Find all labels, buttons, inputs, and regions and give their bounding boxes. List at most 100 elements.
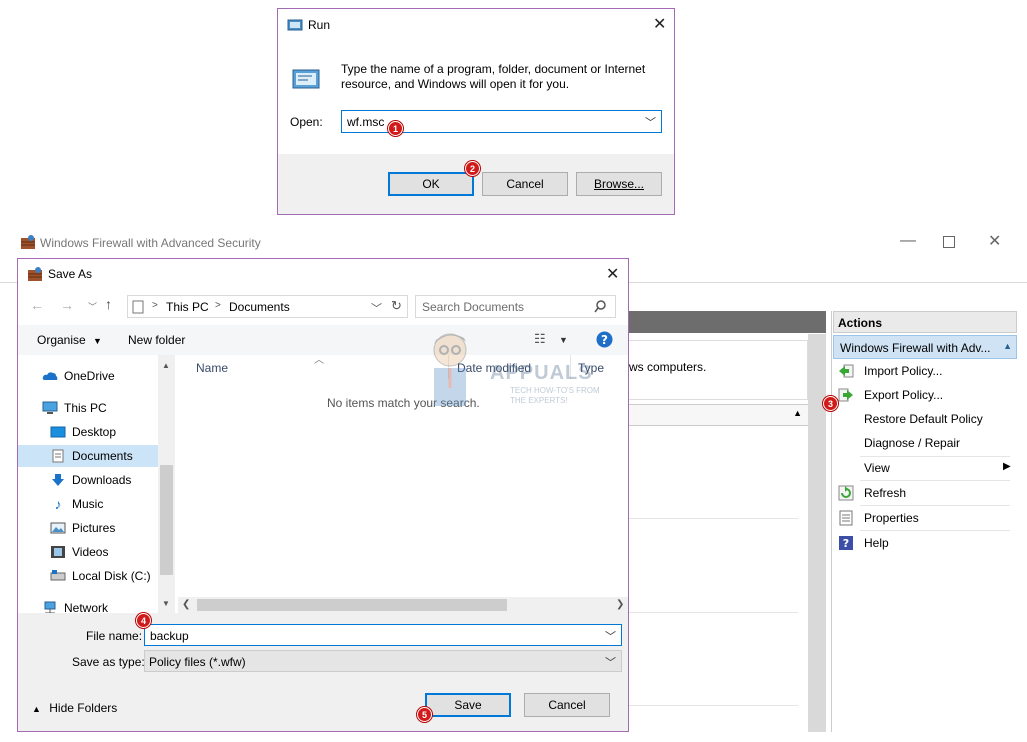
firewall-divider-1 [628, 518, 798, 519]
address-bar[interactable]: > This PC > Documents ﹀ ↻ [127, 295, 408, 318]
desktop-icon [50, 426, 66, 438]
help-icon[interactable]: ? [596, 331, 613, 348]
actions-group-header[interactable]: Windows Firewall with Adv... ▲ [833, 335, 1017, 359]
action-import-policy[interactable]: Import Policy... [833, 359, 1013, 383]
view-options-dropdown-icon[interactable]: ▼ [559, 335, 568, 345]
run-app-icon [287, 19, 303, 31]
organise-button[interactable]: Organise ▼ [37, 333, 102, 347]
scroll-up-icon[interactable]: ▲ [162, 361, 170, 370]
file-name-dropdown-icon[interactable]: ﹀ [605, 628, 616, 644]
horizontal-scrollbar-thumb[interactable] [197, 599, 507, 611]
save-type-select[interactable]: Policy files (*.wfw) ﹀ [144, 650, 622, 672]
file-name-input[interactable]: backup [150, 629, 189, 643]
address-dropdown-icon[interactable]: ﹀ [371, 300, 382, 316]
sort-ascending-icon: ︿ [314, 355, 324, 366]
step-marker-5: 5 [417, 707, 432, 722]
action-label: Properties [864, 511, 919, 525]
firewall-center-scrollbar[interactable] [808, 334, 826, 732]
scroll-left-icon[interactable]: ❮ [182, 599, 190, 610]
action-export-policy[interactable]: Export Policy... [833, 383, 1013, 407]
chevron-up-icon: ▲ [32, 704, 41, 714]
navigation-scrollbar[interactable]: ▲ ▼ [158, 355, 175, 613]
scroll-right-icon[interactable]: ❯ [616, 599, 624, 610]
run-browse-button[interactable]: Browse... [576, 172, 662, 196]
hide-folders-label: Hide Folders [49, 701, 118, 715]
file-list [178, 355, 628, 613]
column-header-name[interactable]: Name [196, 361, 228, 375]
hide-folders-toggle[interactable]: ▲ Hide Folders [32, 701, 117, 715]
refresh-icon [838, 485, 854, 501]
action-view[interactable]: View ▶ [833, 456, 1013, 480]
cancel-button[interactable]: Cancel [524, 693, 610, 717]
firewall-divider-2 [628, 612, 798, 613]
recent-locations-chevron-icon[interactable]: ﹀ [88, 300, 97, 313]
firewall-maximize-icon[interactable] [943, 236, 955, 248]
firewall-close-icon[interactable]: ✕ [988, 231, 1001, 251]
save-as-close-icon[interactable]: ✕ [606, 264, 619, 284]
navigation-scrollbar-thumb[interactable] [160, 465, 173, 575]
save-type-label: Save as type: [72, 655, 145, 669]
scroll-down-icon[interactable]: ▼ [162, 599, 170, 608]
firewall-app-icon [21, 235, 35, 249]
collapse-up-icon[interactable]: ▲ [793, 408, 802, 418]
run-dropdown-chevron-icon[interactable]: ﹀ [645, 114, 656, 130]
breadcrumb-documents[interactable]: Documents [229, 300, 290, 314]
run-open-input[interactable]: wf.msc [347, 115, 384, 129]
step-marker-1: 1 [388, 121, 403, 136]
run-ok-button[interactable]: OK [388, 172, 474, 196]
nav-label: Local Disk (C:) [72, 569, 151, 583]
column-header-date-modified[interactable]: Date modified [457, 361, 531, 375]
firewall-section-bar[interactable]: ▲ [628, 404, 808, 426]
column-header-type[interactable]: Type [578, 361, 604, 375]
nav-documents[interactable]: Documents [18, 445, 158, 467]
empty-message: No items match your search. [327, 396, 480, 410]
save-type-value: Policy files (*.wfw) [149, 655, 246, 669]
firewall-overview-box: ws computers. [628, 340, 808, 400]
action-refresh[interactable]: Refresh [833, 481, 1013, 505]
nav-label: This PC [64, 401, 107, 415]
action-help[interactable]: ? Help [833, 531, 1013, 555]
nav-label: Documents [72, 449, 133, 463]
search-box[interactable]: Search Documents [415, 295, 616, 318]
save-as-app-icon [28, 267, 42, 281]
run-title: Run [308, 18, 331, 32]
nav-label: Videos [72, 545, 109, 559]
search-placeholder: Search Documents [422, 300, 525, 314]
action-label: View [864, 461, 890, 475]
nav-label: OneDrive [64, 369, 115, 383]
actions-header-label: Actions [838, 316, 883, 330]
save-button[interactable]: Save [425, 693, 511, 717]
actions-group-collapse-icon[interactable]: ▲ [1003, 341, 1012, 351]
action-restore-default-policy[interactable]: Restore Default Policy [833, 407, 1013, 431]
column-divider[interactable] [448, 355, 449, 379]
action-diagnose-repair[interactable]: Diagnose / Repair [833, 431, 1013, 455]
firewall-minimize-icon[interactable]: — [900, 232, 916, 250]
download-arrow-icon [52, 474, 64, 486]
file-list-horizontal-scrollbar[interactable]: ❮ ❯ [178, 597, 628, 613]
organise-label: Organise [37, 333, 86, 347]
breadcrumb-chevron-icon: > [215, 300, 221, 311]
computer-icon [42, 401, 58, 414]
new-folder-button[interactable]: New folder [128, 333, 185, 347]
music-note-icon: ♪ [54, 496, 62, 512]
save-as-title: Save As [48, 267, 93, 281]
run-description: Type the name of a program, folder, docu… [341, 62, 646, 91]
file-name-label: File name: [86, 629, 143, 643]
nav-label: Desktop [72, 425, 117, 439]
run-open-label: Open: [290, 115, 323, 129]
search-icon [594, 300, 606, 313]
forward-arrow-icon[interactable]: → [60, 297, 74, 313]
refresh-icon[interactable]: ↻ [391, 298, 402, 314]
run-cancel-button[interactable]: Cancel [482, 172, 568, 196]
up-arrow-icon[interactable]: ↑ [105, 296, 112, 312]
save-type-dropdown-icon[interactable]: ﹀ [605, 654, 616, 670]
back-arrow-icon[interactable]: ← [30, 297, 44, 313]
run-close-icon[interactable]: ✕ [653, 14, 666, 34]
column-divider[interactable] [570, 355, 571, 379]
action-properties[interactable]: Properties [833, 506, 1013, 530]
breadcrumb-this-pc[interactable]: This PC [166, 300, 209, 314]
view-options-icon[interactable]: ☷ [534, 331, 546, 347]
action-label: Help [864, 536, 889, 550]
file-name-combobox[interactable]: backup ﹀ [144, 624, 622, 646]
help-book-icon: ? [839, 536, 853, 550]
